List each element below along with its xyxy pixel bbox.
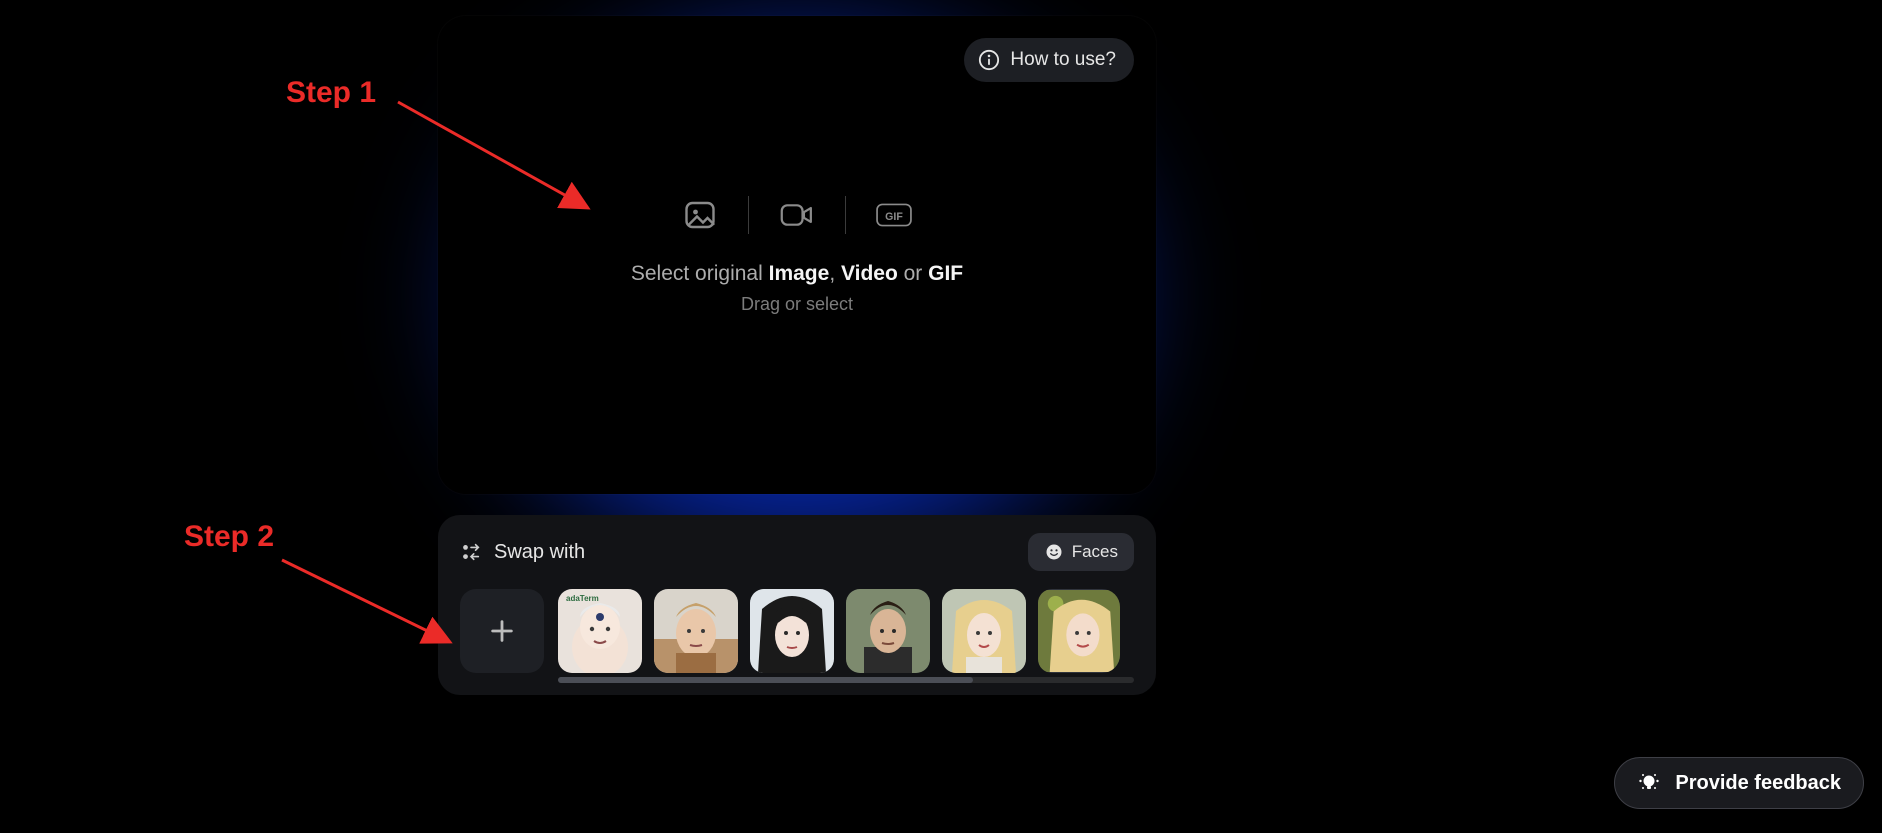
- face-thumbnail[interactable]: [1038, 589, 1120, 673]
- annotation-step-2: Step 2: [184, 520, 274, 554]
- how-to-use-label: How to use?: [1010, 49, 1116, 71]
- svg-text:adaTerm: adaTerm: [566, 594, 599, 603]
- upload-primary-text: Select original Image, Video or GIF: [631, 262, 963, 286]
- face-thumbnail[interactable]: [654, 589, 738, 673]
- gif-icon: GIF: [876, 197, 912, 233]
- swap-icon: [460, 541, 482, 563]
- image-icon: [682, 197, 718, 233]
- horizontal-scrollbar[interactable]: [558, 677, 1134, 683]
- annotation-step-1: Step 1: [286, 76, 376, 110]
- face-thumbnail[interactable]: adaTerm: [558, 589, 642, 673]
- face-smile-icon: [1044, 542, 1064, 562]
- provide-feedback-button[interactable]: Provide feedback: [1614, 757, 1864, 809]
- scrollbar-thumb[interactable]: [558, 677, 973, 683]
- video-icon: [779, 197, 815, 233]
- face-thumbnail-strip[interactable]: adaTerm: [558, 589, 1134, 683]
- how-to-use-button[interactable]: How to use?: [964, 38, 1134, 82]
- swap-panel: Swap with Faces: [438, 515, 1156, 695]
- plus-icon: [488, 617, 516, 645]
- faces-button[interactable]: Faces: [1028, 533, 1134, 571]
- divider: [748, 196, 749, 234]
- faces-button-label: Faces: [1072, 542, 1118, 562]
- lightbulb-icon: [1637, 771, 1661, 795]
- face-thumbnail[interactable]: [846, 589, 930, 673]
- face-thumbnail[interactable]: [750, 589, 834, 673]
- svg-text:GIF: GIF: [885, 211, 903, 223]
- add-face-button[interactable]: [460, 589, 544, 673]
- annotation-arrow-2: [274, 552, 464, 652]
- upload-drop-area[interactable]: How to use? GIF: [438, 16, 1156, 494]
- face-thumbnail[interactable]: [942, 589, 1026, 673]
- info-icon: [978, 49, 1000, 71]
- swap-title: Swap with: [494, 541, 585, 564]
- upload-secondary-text: Drag or select: [741, 294, 853, 315]
- divider: [845, 196, 846, 234]
- file-type-icon-row: GIF: [682, 196, 912, 234]
- provide-feedback-label: Provide feedback: [1675, 772, 1841, 795]
